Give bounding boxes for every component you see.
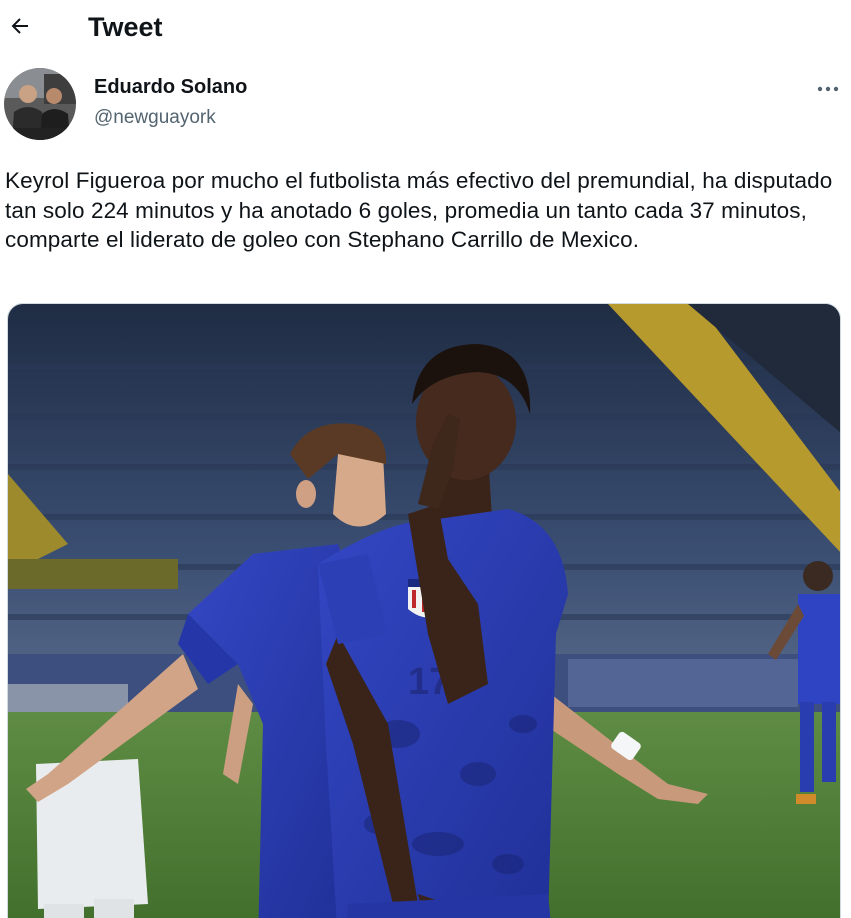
author-display-name[interactable]: Eduardo Solano — [94, 76, 247, 99]
author-handle[interactable]: @newguayork — [94, 107, 216, 129]
more-horizontal-icon — [816, 80, 840, 98]
tweet-page: Tweet Eduardo Solano @newguayork Keyrol … — [0, 0, 851, 918]
tweet-photo[interactable]: 17 17 — [7, 303, 841, 918]
photo-illustration: 17 17 — [8, 304, 840, 918]
arrow-left-icon — [8, 14, 32, 43]
page-title: Tweet — [88, 12, 163, 42]
tweet-text: Keyrol Figueroa por mucho el futbolista … — [5, 168, 833, 252]
back-button[interactable] — [4, 12, 36, 44]
avatar[interactable] — [4, 68, 76, 140]
header: Tweet — [0, 0, 851, 58]
more-options-button[interactable] — [810, 74, 846, 104]
